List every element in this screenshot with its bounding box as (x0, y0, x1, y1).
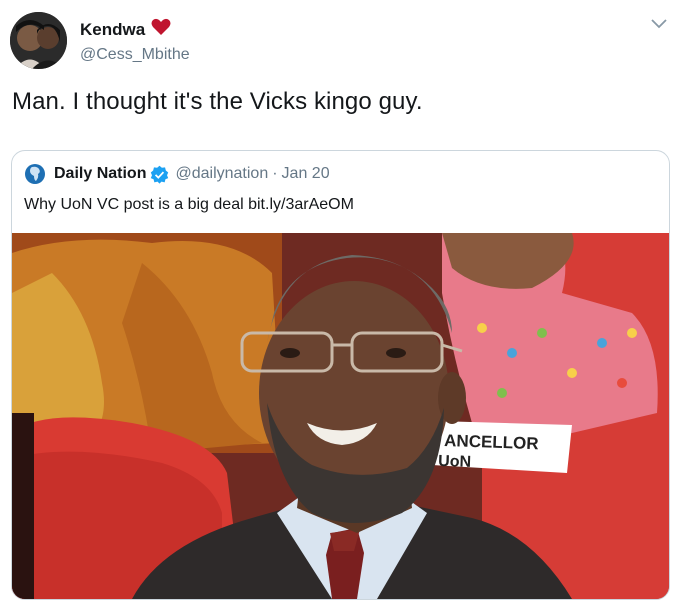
author-name-row: Kendwa (80, 18, 190, 41)
photo-sign-line1: ANCELLOR (444, 431, 539, 453)
heart-icon (151, 18, 171, 41)
quoted-handle[interactable]: @dailynation (175, 165, 268, 183)
tweet-author[interactable]: Kendwa @Cess_Mbithe (80, 18, 190, 64)
verified-badge-icon (151, 165, 169, 184)
quoted-display-name[interactable]: Daily Nation (54, 165, 146, 183)
quoted-tweet-header: Daily Nation @dailynation · Jan 20 (24, 163, 330, 185)
tweet-text: Man. I thought it's the Vicks kingo guy. (12, 88, 423, 115)
separator-dot: · (272, 165, 278, 182)
avatar[interactable] (10, 12, 67, 69)
author-handle[interactable]: @Cess_Mbithe (80, 46, 190, 64)
chevron-down-icon[interactable] (650, 16, 668, 30)
daily-nation-logo (25, 164, 45, 184)
avatar-photo (10, 12, 67, 69)
quoted-date[interactable]: Jan 20 (282, 165, 330, 183)
photo-sign-line2: UoN (438, 453, 471, 471)
quoted-tweet[interactable]: Daily Nation @dailynation · Jan 20 Why U… (11, 150, 670, 600)
quoted-tweet-text: Why UoN VC post is a big deal bit.ly/3ar… (24, 196, 354, 213)
display-name[interactable]: Kendwa (80, 20, 145, 40)
quoted-tweet-photo[interactable]: ANCELLOR UoN (12, 233, 669, 599)
